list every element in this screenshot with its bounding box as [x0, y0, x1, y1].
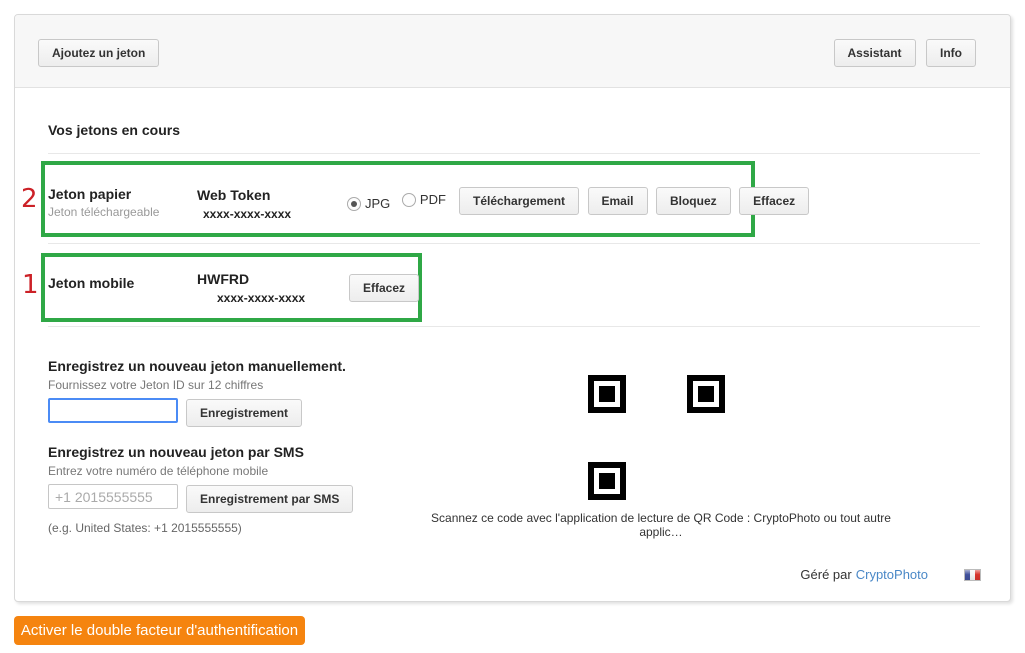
mobile-token-code: xxxx-xxxx-xxxx	[217, 291, 305, 305]
tokens-section-title: Vos jetons en cours	[48, 122, 180, 138]
radio-jpg[interactable]: JPG	[347, 196, 390, 211]
assistant-button[interactable]: Assistant	[834, 39, 916, 67]
paper-token-identity: Web Token xxxx-xxxx-xxxx	[197, 187, 291, 221]
register-sms-button[interactable]: Enregistrement par SMS	[186, 485, 353, 513]
erase-mobile-button[interactable]: Effacez	[349, 274, 419, 302]
manual-section-subtitle: Fournissez votre Jeton ID sur 12 chiffre…	[48, 378, 263, 392]
panel-header: Ajoutez un jeton Assistant Info	[15, 15, 1010, 88]
mobile-token-identity: HWFRD xxxx-xxxx-xxxx	[197, 271, 305, 305]
radio-pdf[interactable]: PDF	[402, 192, 446, 207]
sms-section-subtitle: Entrez votre numéro de téléphone mobile	[48, 464, 268, 478]
annotation-number-1: 1	[22, 272, 39, 298]
phone-number-input[interactable]	[48, 484, 178, 509]
manual-section-title: Enregistrez un nouveau jeton manuellemen…	[48, 358, 346, 374]
managed-by-text: Géré par	[800, 567, 851, 582]
qr-code-icon	[588, 375, 626, 413]
radio-jpg-label: JPG	[365, 196, 390, 211]
erase-paper-button[interactable]: Effacez	[739, 187, 809, 215]
mobile-token-name: HWFRD	[197, 271, 305, 287]
qr-code-icon	[588, 462, 626, 500]
cryptophoto-link[interactable]: CryptoPhoto	[856, 567, 928, 582]
header-actions: Assistant Info	[828, 39, 976, 67]
divider	[48, 153, 980, 154]
token-management-panel: Ajoutez un jeton Assistant Info Vos jeto…	[14, 14, 1011, 602]
email-button[interactable]: Email	[588, 187, 648, 215]
token-id-input[interactable]	[48, 398, 178, 423]
radio-pdf-label: PDF	[420, 192, 446, 207]
mobile-token-actions: Effacez	[349, 274, 423, 302]
paper-token-format-radios: JPG PDF	[347, 192, 454, 211]
paper-token-name: Web Token	[197, 187, 291, 203]
info-button[interactable]: Info	[926, 39, 976, 67]
paper-token-type: Jeton papier Jeton téléchargeable	[48, 186, 159, 219]
paper-token-subtitle: Jeton téléchargeable	[48, 205, 159, 219]
qr-code-icon	[687, 375, 725, 413]
block-button[interactable]: Bloquez	[656, 187, 731, 215]
divider	[48, 326, 980, 327]
sms-section-title: Enregistrez un nouveau jeton par SMS	[48, 444, 304, 460]
register-button[interactable]: Enregistrement	[186, 399, 302, 427]
qr-caption: Scannez ce code avec l'application de le…	[421, 511, 901, 539]
add-token-button[interactable]: Ajoutez un jeton	[38, 39, 159, 67]
divider	[48, 243, 980, 244]
paper-token-actions: Téléchargement Email Bloquez Effacez	[459, 187, 813, 215]
radio-jpg-circle[interactable]	[347, 197, 361, 211]
french-flag-icon[interactable]	[964, 569, 981, 581]
annotation-number-2: 2	[21, 186, 38, 212]
radio-pdf-circle[interactable]	[402, 193, 416, 207]
mobile-token-title: Jeton mobile	[48, 275, 134, 291]
mobile-token-type: Jeton mobile	[48, 275, 134, 291]
phone-example-note: (e.g. United States: +1 2015555555)	[48, 521, 242, 535]
paper-token-code: xxxx-xxxx-xxxx	[203, 207, 291, 221]
paper-token-title: Jeton papier	[48, 186, 159, 202]
download-button[interactable]: Téléchargement	[459, 187, 579, 215]
footer: Géré par CryptoPhoto	[800, 567, 981, 582]
activate-2fa-button[interactable]: Activer le double facteur d'authentifica…	[14, 616, 305, 645]
